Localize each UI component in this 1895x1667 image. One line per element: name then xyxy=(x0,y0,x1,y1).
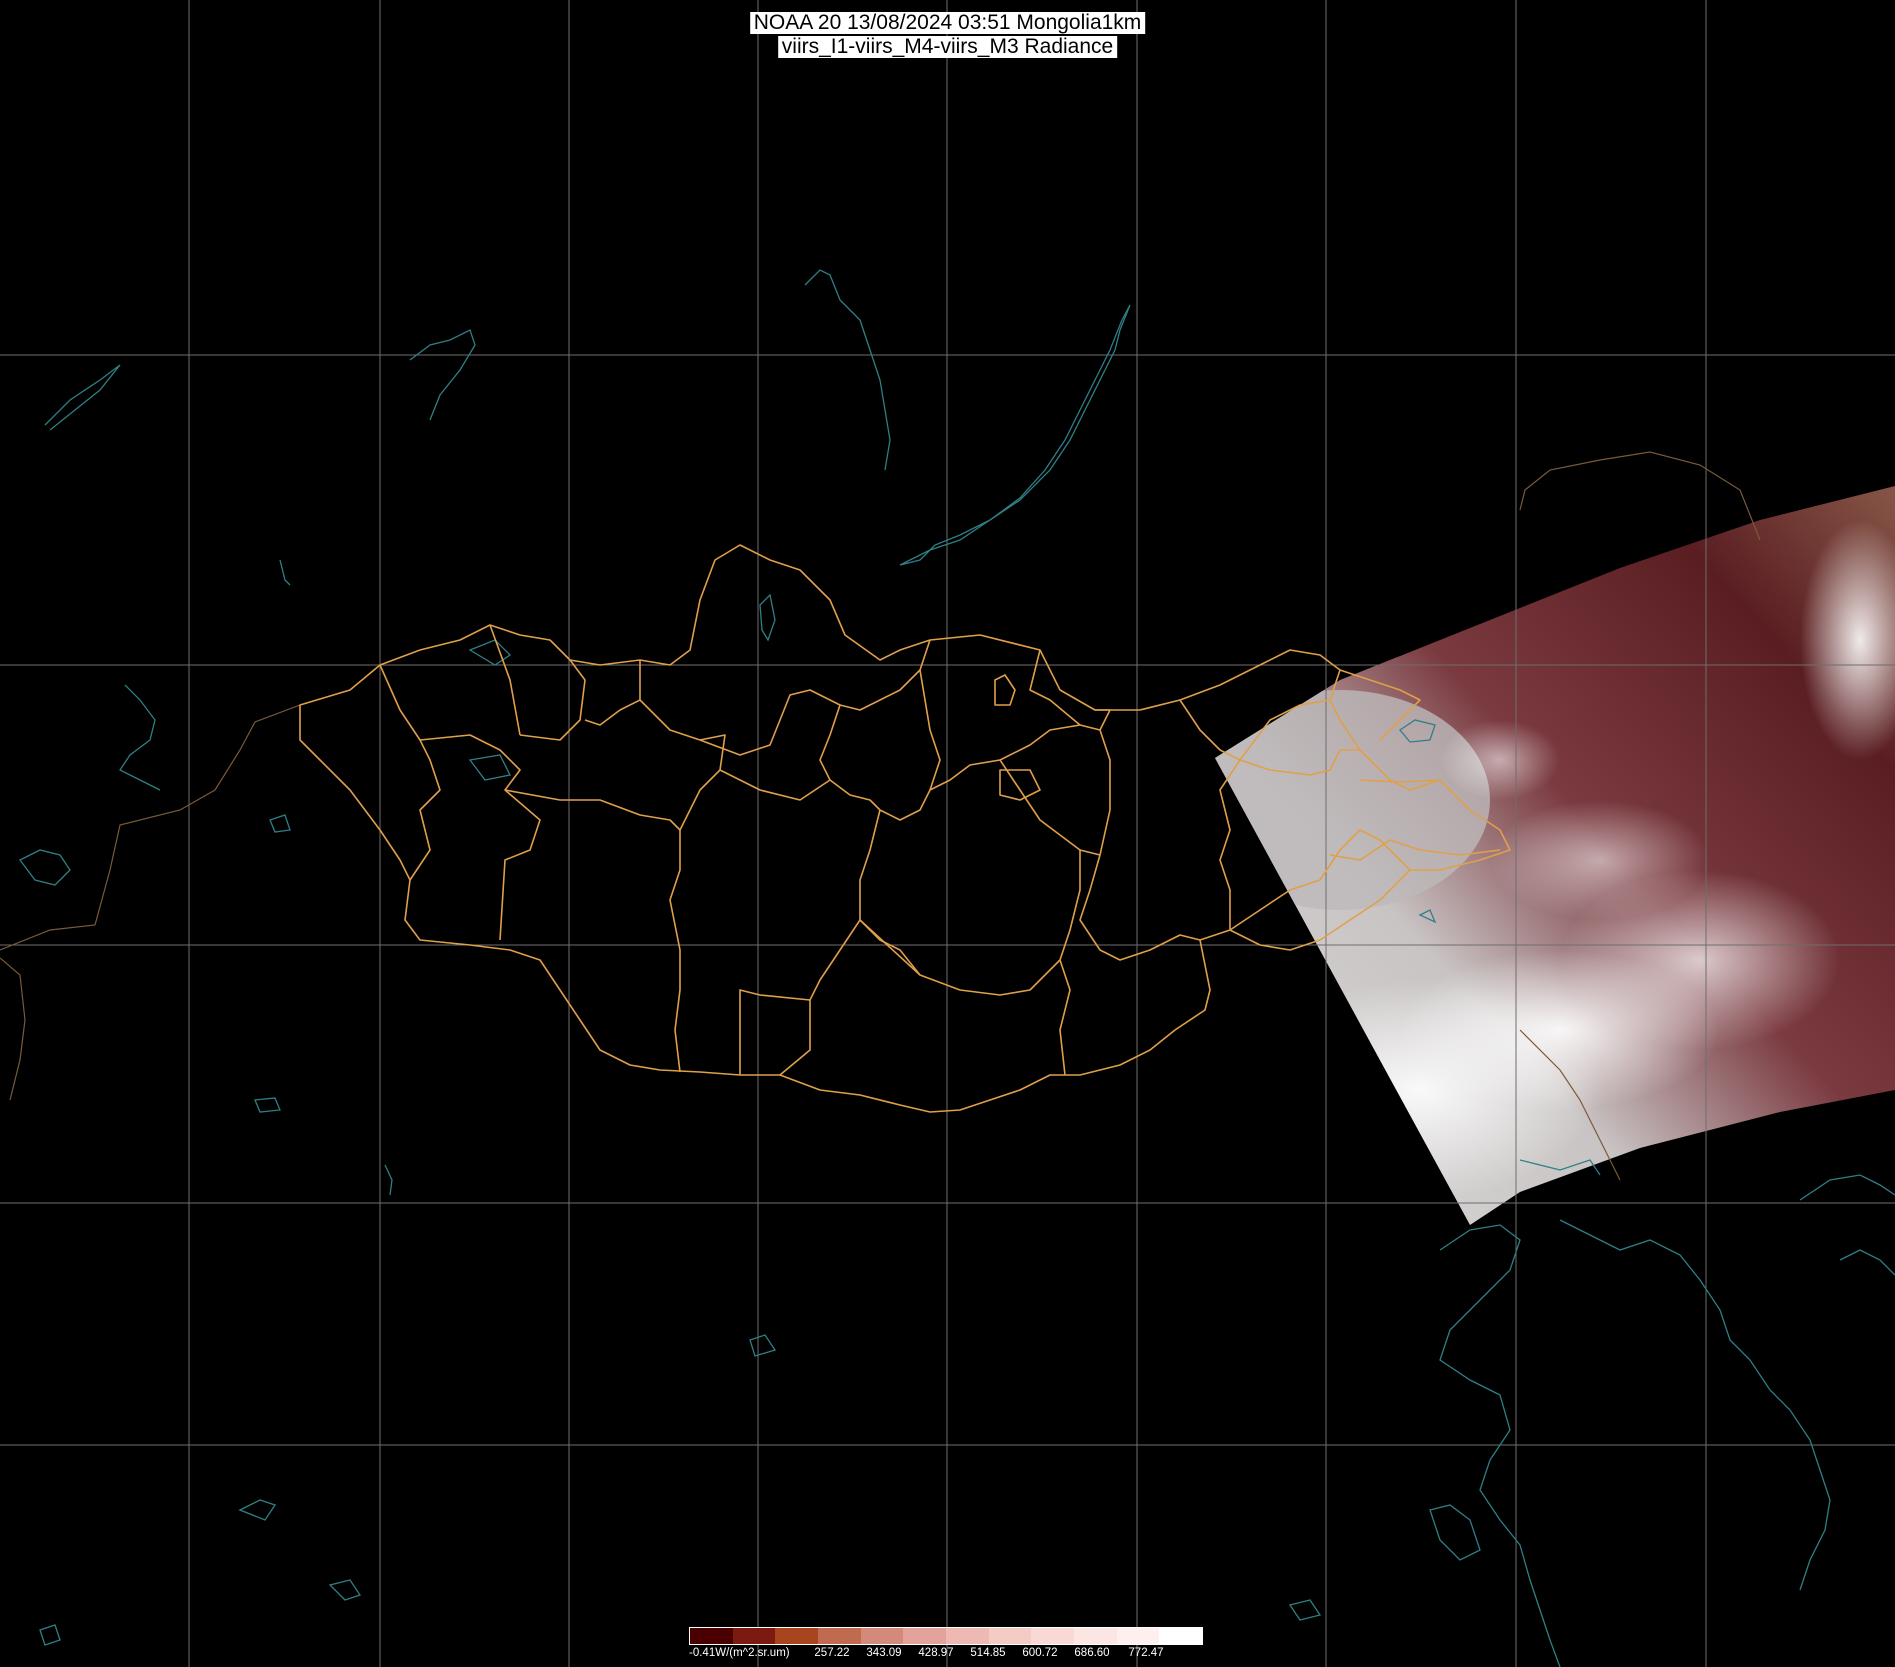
legend-swatch xyxy=(775,1628,819,1644)
satellite-map xyxy=(0,0,1895,1667)
legend-tick-label: 686.60 xyxy=(1074,1647,1110,1659)
legend-swatch xyxy=(1159,1628,1203,1644)
legend-tick-label: 257.22 xyxy=(814,1647,850,1659)
legend-tick-label: 772.47 xyxy=(1128,1647,1164,1659)
legend-swatch xyxy=(818,1628,861,1644)
legend-swatch xyxy=(988,1628,1032,1644)
legend-labels: -0.41W/(m^2.sr.um) 257.22 343.09 428.97 514… xyxy=(689,1646,1203,1662)
legend-tick-label: 514.85 xyxy=(970,1647,1006,1659)
legend-tick-label: 600.72 xyxy=(1022,1647,1058,1659)
legend-swatch xyxy=(1116,1628,1160,1644)
title-line-1: NOAA 20 13/08/2024 03:51 Mongolia1km xyxy=(749,12,1146,34)
legend-unit-label: -0.41W/(m^2.sr.um) xyxy=(689,1647,790,1659)
legend-tick-label: 343.09 xyxy=(866,1647,902,1659)
color-legend: -0.41W/(m^2.sr.um) 257.22 343.09 428.97 514… xyxy=(689,1627,1203,1663)
legend-swatch xyxy=(690,1628,733,1644)
legend-tick-label: 428.97 xyxy=(918,1647,954,1659)
title-line-2: viirs_I1-viirs_M4-viirs_M3 Radiance xyxy=(777,36,1118,58)
map-title: NOAA 20 13/08/2024 03:51 Mongolia1km vii… xyxy=(749,12,1146,58)
legend-swatch xyxy=(860,1628,904,1644)
legend-swatch xyxy=(903,1628,947,1644)
legend-swatch xyxy=(946,1628,989,1644)
legend-color-bar xyxy=(689,1627,1203,1645)
legend-swatch xyxy=(732,1628,776,1644)
satellite-swath xyxy=(1215,486,1895,1225)
legend-swatch xyxy=(1031,1628,1075,1644)
legend-swatch xyxy=(1074,1628,1117,1644)
